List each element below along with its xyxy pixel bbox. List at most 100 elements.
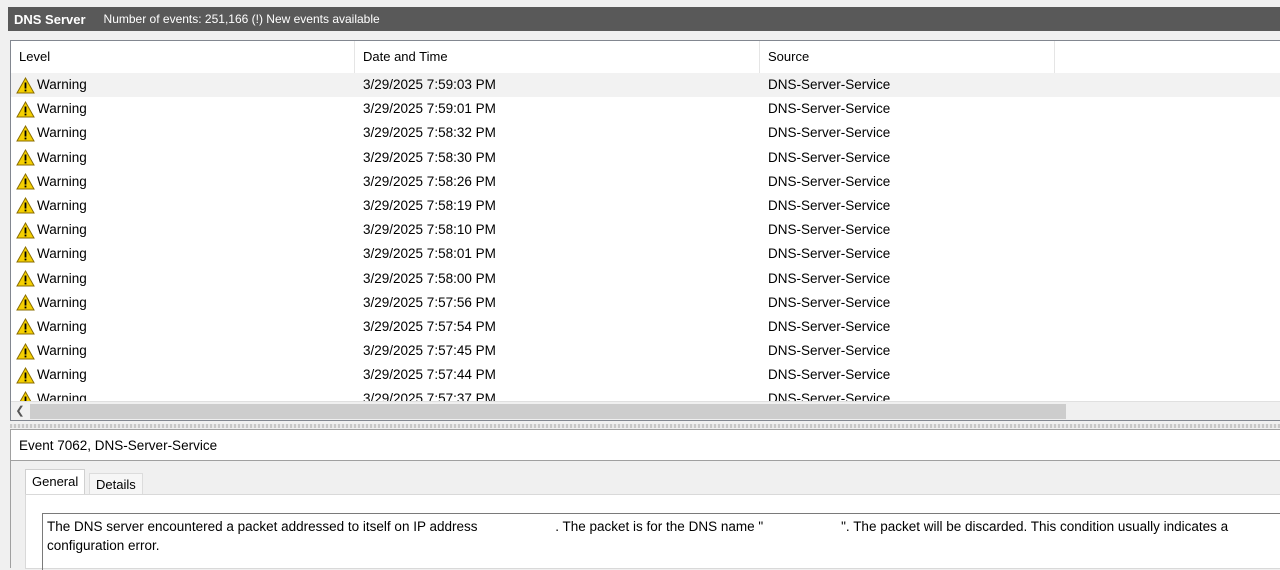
pane-splitter[interactable] (10, 424, 1280, 428)
warning-icon (16, 269, 35, 287)
column-header-date-time[interactable]: Date and Time (355, 41, 760, 73)
source-cell: DNS-Server-Service (768, 246, 891, 262)
level-text: Warning (37, 294, 87, 310)
message-text-1: The DNS server encountered a packet addr… (47, 519, 482, 534)
level-text: Warning (37, 125, 87, 141)
column-header-empty (1055, 41, 1280, 73)
level-cell: Warning (16, 218, 87, 242)
column-header-source[interactable]: Source (760, 41, 1055, 73)
window-left-edge (0, 0, 8, 568)
datetime-cell: 3/29/2025 7:58:10 PM (363, 222, 496, 238)
detail-tabs-area: General Details The DNS server encounter… (11, 461, 1280, 570)
event-row[interactable]: Warning 3/29/2025 7:58:00 PM DNS-Server-Se… (11, 267, 1280, 291)
datetime-cell: 3/29/2025 7:59:03 PM (363, 77, 496, 92)
event-row[interactable]: Warning 3/29/2025 7:57:56 PM DNS-Server-Se… (11, 291, 1280, 315)
level-text: Warning (37, 367, 87, 383)
event-message[interactable]: The DNS server encountered a packet addr… (42, 513, 1280, 570)
level-cell: Warning (16, 242, 87, 266)
level-text: Warning (37, 270, 87, 286)
source-cell: DNS-Server-Service (768, 294, 891, 310)
event-row[interactable]: Warning 3/29/2025 7:59:01 PM DNS-Server-Se… (11, 97, 1280, 121)
source-cell: DNS-Server-Service (768, 318, 891, 334)
event-detail-title: Event 7062, DNS-Server-Service (19, 438, 218, 453)
level-cell: Warning (16, 146, 87, 170)
tab-general[interactable]: General (25, 469, 86, 495)
event-row[interactable]: Warning 3/29/2025 7:57:54 PM DNS-Server-Se… (11, 315, 1280, 339)
source-cell: DNS-Server-Service (768, 125, 891, 141)
datetime-cell: 3/29/2025 7:57:45 PM (363, 343, 496, 359)
level-text: Warning (37, 101, 87, 117)
scrollbar-thumb[interactable] (30, 404, 1066, 419)
source-cell: DNS-Server-Service (768, 149, 891, 165)
warning-icon (16, 221, 35, 239)
event-row[interactable]: Warning 3/29/2025 7:57:44 PM DNS-Server-Se… (11, 363, 1280, 387)
redacted-ip (481, 520, 556, 535)
level-text: Warning (37, 197, 87, 213)
horizontal-scrollbar[interactable]: ❮ (11, 401, 1280, 420)
source-cell: DNS-Server-Service (768, 173, 891, 189)
warning-icon (16, 342, 35, 360)
level-text: Warning (37, 343, 87, 359)
level-cell: Warning (16, 121, 87, 145)
level-text: Warning (37, 173, 87, 189)
level-text: Warning (37, 246, 87, 262)
general-tab-body: The DNS server encountered a packet addr… (25, 494, 1280, 570)
event-row[interactable]: Warning 3/29/2025 7:59:03 PM DNS-Server-Se… (11, 73, 1280, 98)
event-row[interactable]: Warning 3/29/2025 7:58:26 PM DNS-Server-Se… (11, 170, 1280, 194)
level-cell: Warning (16, 97, 87, 121)
level-text: Warning (37, 318, 87, 334)
column-header-level[interactable]: Level (11, 41, 355, 73)
event-detail-pane: Event 7062, DNS-Server-Service General D… (10, 429, 1280, 570)
warning-icon (16, 149, 35, 166)
warning-icon (16, 197, 35, 214)
log-name: DNS Server (14, 11, 86, 27)
redacted-dns-name (763, 520, 842, 535)
warning-icon (16, 124, 35, 142)
event-row[interactable]: Warning 3/29/2025 7:58:10 PM DNS-Server-Se… (11, 218, 1280, 242)
event-row[interactable]: Warning 3/29/2025 7:58:32 PM DNS-Server-Se… (11, 121, 1280, 145)
tab-details[interactable]: Details (89, 473, 143, 495)
level-text: Warning (37, 222, 87, 238)
log-title-bar: DNS Server Number of events: 251,166 (!)… (8, 7, 1280, 31)
level-text: Warning (37, 77, 87, 92)
warning-icon (16, 100, 35, 118)
warning-icon (16, 294, 35, 311)
event-count-info: Number of events: 251,166 (!) New events… (103, 12, 380, 26)
event-row[interactable]: Warning 3/29/2025 7:58:01 PM DNS-Server-Se… (11, 242, 1280, 266)
source-cell: DNS-Server-Service (768, 343, 891, 359)
event-row[interactable]: Warning 3/29/2025 7:57:45 PM DNS-Server-Se… (11, 339, 1280, 363)
level-cell: Warning (16, 73, 87, 97)
datetime-cell: 3/29/2025 7:58:19 PM (363, 197, 496, 213)
warning-icon (16, 245, 35, 263)
datetime-cell: 3/29/2025 7:57:44 PM (363, 367, 496, 383)
chevron-left-icon[interactable]: ❮ (11, 402, 29, 420)
level-cell: Warning (16, 291, 87, 315)
datetime-cell: 3/29/2025 7:58:32 PM (363, 125, 496, 141)
warning-icon (16, 366, 35, 384)
source-cell: DNS-Server-Service (768, 77, 891, 92)
event-list-grid[interactable]: Level Date and Time Source Warning 3/29/2… (10, 40, 1280, 421)
source-cell: DNS-Server-Service (768, 197, 891, 213)
source-cell: DNS-Server-Service (768, 222, 891, 238)
datetime-cell: 3/29/2025 7:58:30 PM (363, 149, 496, 165)
warning-icon (16, 76, 35, 94)
level-cell: Warning (16, 267, 87, 291)
level-cell: Warning (16, 339, 87, 363)
source-cell: DNS-Server-Service (768, 101, 891, 117)
level-cell: Warning (16, 194, 87, 218)
source-cell: DNS-Server-Service (768, 270, 891, 286)
datetime-cell: 3/29/2025 7:59:01 PM (363, 101, 496, 117)
event-row[interactable]: Warning 3/29/2025 7:58:19 PM DNS-Server-Se… (11, 194, 1280, 218)
level-cell: Warning (16, 363, 87, 387)
grid-header: Level Date and Time Source (11, 41, 1280, 73)
level-text: Warning (37, 149, 87, 165)
datetime-cell: 3/29/2025 7:57:54 PM (363, 318, 496, 334)
message-text-2: . The packet is for the DNS name " (555, 519, 764, 534)
datetime-cell: 3/29/2025 7:57:56 PM (363, 294, 496, 310)
level-cell: Warning (16, 315, 87, 339)
level-cell: Warning (16, 170, 87, 194)
event-row[interactable]: Warning 3/29/2025 7:58:30 PM DNS-Server-Se… (11, 146, 1280, 170)
datetime-cell: 3/29/2025 7:58:26 PM (363, 173, 496, 189)
source-cell: DNS-Server-Service (768, 367, 891, 383)
warning-icon (16, 173, 35, 190)
